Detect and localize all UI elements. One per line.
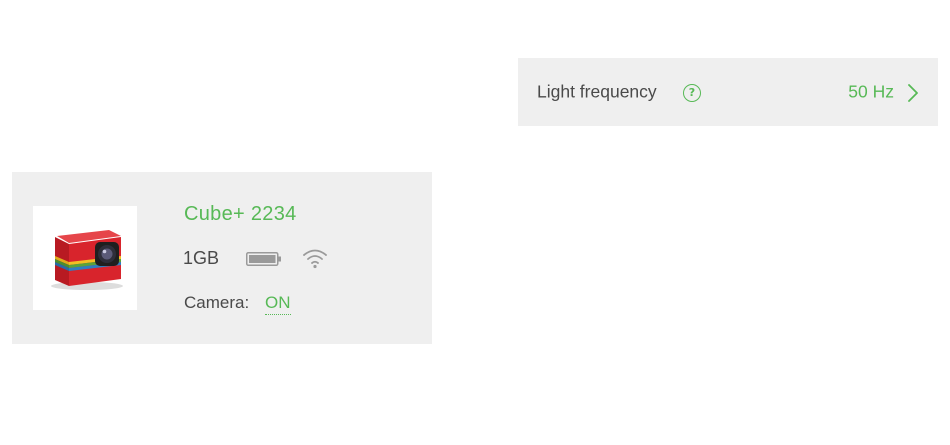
light-frequency-value: 50 Hz (848, 81, 894, 102)
camera-power-toggle[interactable]: ON (265, 293, 291, 315)
light-frequency-label: Light frequency (537, 81, 657, 102)
wifi-icon (303, 249, 327, 269)
camera-name: Cube+ 2234 (184, 203, 297, 225)
camera-thumbnail (33, 206, 137, 310)
light-frequency-row[interactable]: Light frequency ? 50 Hz (518, 58, 938, 126)
battery-icon (246, 252, 281, 266)
camera-card[interactable]: Cube+ 2234 1GB Camera: ON (12, 172, 432, 344)
storage-capacity: 1GB (183, 248, 220, 268)
chevron-right-icon (908, 84, 918, 102)
camera-status-label: Camera: (184, 293, 250, 312)
camera-image (51, 230, 123, 290)
help-icon[interactable]: ? (683, 84, 701, 102)
